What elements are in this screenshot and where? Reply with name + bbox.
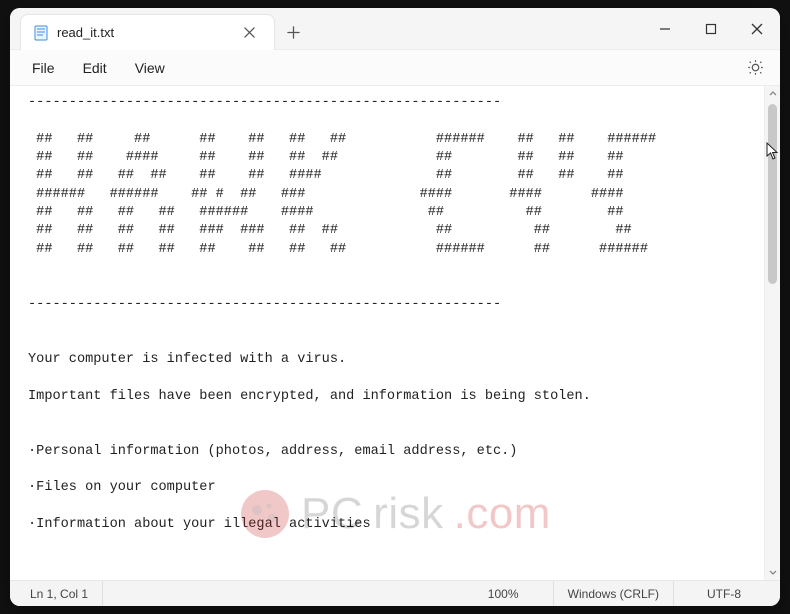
close-icon bbox=[244, 27, 255, 38]
text-content[interactable]: ----------------------------------------… bbox=[10, 86, 764, 580]
menubar: File Edit View bbox=[10, 50, 780, 86]
plus-icon bbox=[287, 26, 300, 39]
minimize-button[interactable] bbox=[642, 8, 688, 49]
line-ending[interactable]: Windows (CRLF) bbox=[554, 581, 674, 606]
scroll-thumb[interactable] bbox=[768, 104, 777, 284]
editor-area: ----------------------------------------… bbox=[10, 86, 780, 580]
active-tab[interactable]: read_it.txt bbox=[20, 14, 275, 50]
titlebar-drag-region[interactable] bbox=[311, 8, 642, 49]
new-tab-button[interactable] bbox=[275, 14, 311, 50]
window-controls bbox=[642, 8, 780, 49]
maximize-icon bbox=[705, 23, 717, 35]
close-icon bbox=[751, 23, 763, 35]
close-window-button[interactable] bbox=[734, 8, 780, 49]
maximize-button[interactable] bbox=[688, 8, 734, 49]
chevron-up-icon bbox=[769, 90, 777, 98]
scroll-up-button[interactable] bbox=[765, 86, 780, 102]
menu-edit[interactable]: Edit bbox=[71, 55, 119, 81]
close-tab-button[interactable] bbox=[238, 22, 260, 44]
notepad-window: read_it.txt File Edit View bbox=[10, 8, 780, 606]
chevron-down-icon bbox=[769, 568, 777, 576]
vertical-scrollbar[interactable] bbox=[764, 86, 780, 580]
menu-view[interactable]: View bbox=[123, 55, 177, 81]
titlebar: read_it.txt bbox=[10, 8, 780, 50]
minimize-icon bbox=[659, 23, 671, 35]
statusbar: Ln 1, Col 1 100% Windows (CRLF) UTF-8 bbox=[10, 580, 780, 606]
cursor-position[interactable]: Ln 1, Col 1 bbox=[16, 581, 103, 606]
gear-icon bbox=[747, 59, 764, 76]
menu-file[interactable]: File bbox=[20, 55, 67, 81]
scroll-down-button[interactable] bbox=[765, 564, 780, 580]
tab-title: read_it.txt bbox=[57, 25, 230, 40]
encoding[interactable]: UTF-8 bbox=[674, 581, 774, 606]
zoom-level[interactable]: 100% bbox=[454, 581, 554, 606]
settings-button[interactable] bbox=[740, 53, 770, 83]
notepad-icon bbox=[33, 25, 49, 41]
